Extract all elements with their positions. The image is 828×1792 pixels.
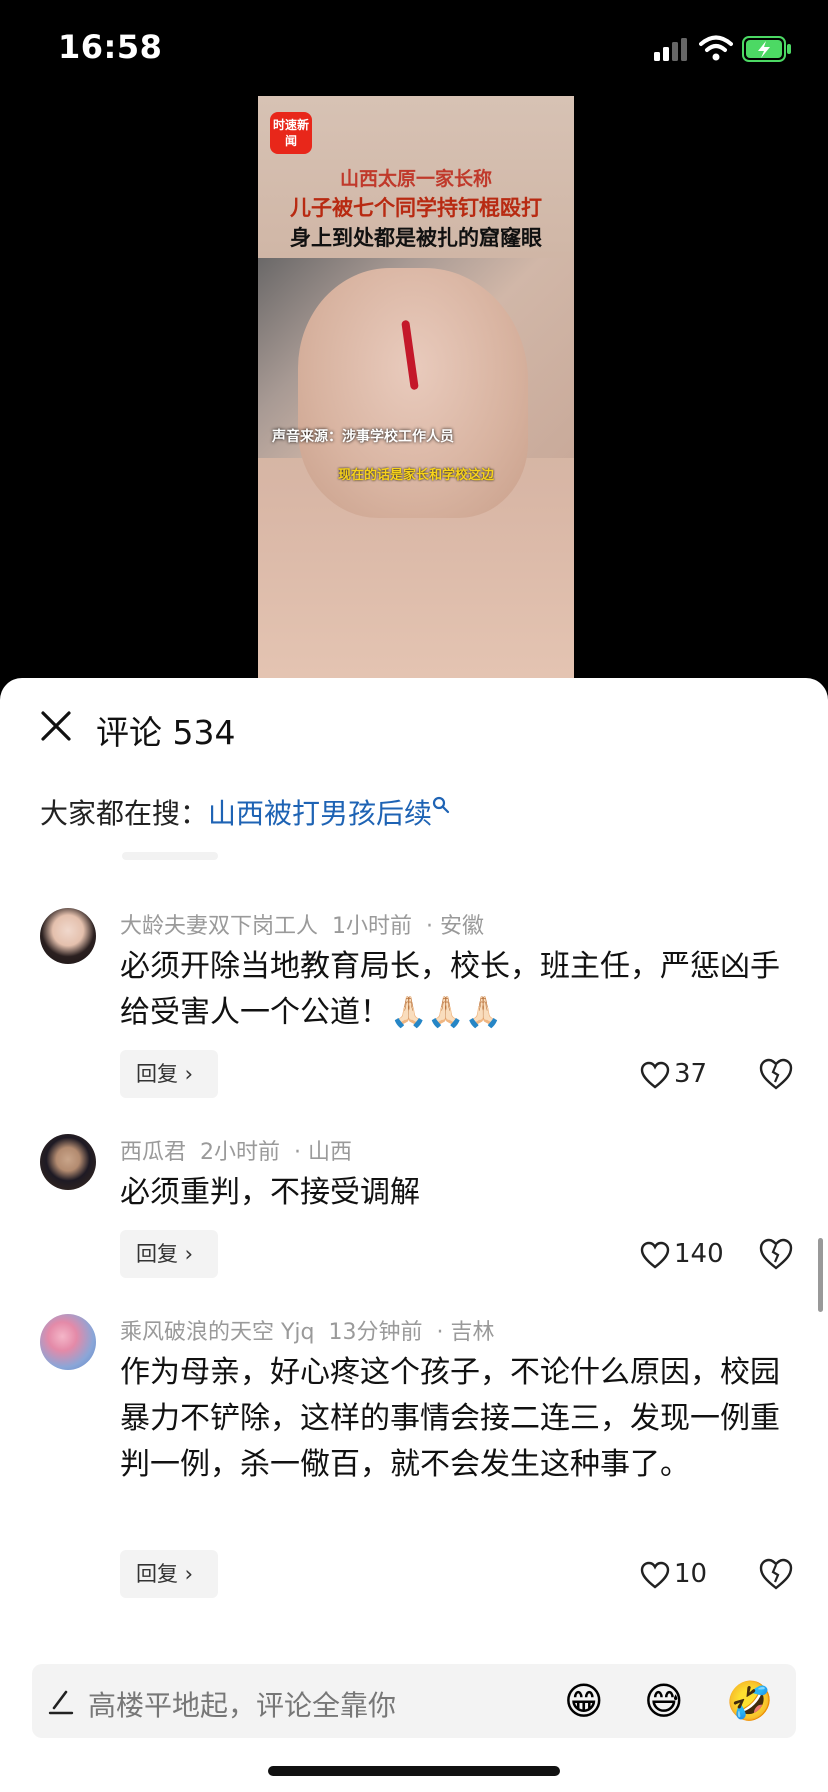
- comment-meta: 西瓜君 2小时前 · 山西: [120, 1134, 380, 1166]
- reply-button[interactable]: 回复 ›: [120, 1230, 218, 1278]
- avatar[interactable]: [40, 1134, 96, 1190]
- heart-broken-icon[interactable]: [758, 1236, 794, 1272]
- reply-button[interactable]: 回复 ›: [120, 1550, 218, 1598]
- emoji-sweat-button[interactable]: 😅: [644, 1678, 684, 1724]
- search-suggestion: 大家都在搜：山西被打男孩后续: [40, 792, 450, 832]
- status-time: 16:58: [58, 28, 163, 66]
- like-count: 37: [674, 1059, 708, 1089]
- battery-charging-icon: [742, 36, 791, 62]
- like-count: 10: [674, 1559, 708, 1589]
- like-button[interactable]: 140: [640, 1234, 724, 1274]
- comment-text: 必须开除当地教育局长，校长，班主任，严惩凶手给受害人一个公道！🙏🏻🙏🏻🙏🏻: [120, 949, 780, 1030]
- divider: [122, 852, 218, 860]
- avatar[interactable]: [40, 908, 96, 964]
- comment-time: 2小时前: [200, 1140, 281, 1165]
- heart-icon: [640, 1561, 670, 1589]
- comment-meta: 大龄夫妻双下岗工人 1小时前 · 安徽: [120, 908, 512, 940]
- news-logo: 时速新闻: [270, 112, 312, 154]
- scrollbar[interactable]: [818, 1238, 823, 1312]
- comment-text: 作为母亲，好心疼这个孩子，不论什么原因，校园暴力不铲除，这样的事情会接二连三，发…: [120, 1355, 780, 1482]
- search-suggestion-label: 大家都在搜：: [40, 797, 209, 830]
- signal-icon: [654, 38, 687, 61]
- like-button[interactable]: 37: [640, 1054, 707, 1094]
- like-button[interactable]: 10: [640, 1554, 707, 1594]
- comment-location: · 吉林: [436, 1320, 495, 1345]
- heart-broken-icon[interactable]: [758, 1556, 794, 1592]
- comment-location: · 安徽: [426, 914, 485, 939]
- heart-icon: [640, 1061, 670, 1089]
- video-caption: 现在的话是家长和学校这边: [337, 468, 494, 483]
- home-indicator: [268, 1766, 560, 1776]
- comment-sheet: 评论 534 大家都在搜：山西被打男孩后续 大龄夫妻双下岗工人 1小时前 · 安徽 …: [0, 678, 828, 1792]
- avatar[interactable]: [40, 1314, 96, 1370]
- comments-title: 评论 534: [96, 713, 236, 752]
- reply-button[interactable]: 回复 ›: [120, 1050, 218, 1098]
- comment-location: · 山西: [294, 1140, 353, 1165]
- video-player[interactable]: 时速新闻 山西太原一家长称 儿子被七个同学持钉棍殴打 身上到处都是被扎的窟窿眼 …: [258, 96, 574, 678]
- video-title-line-1: 山西太原一家长称: [339, 168, 492, 190]
- comment-meta: 乘风破浪的天空 Yjq 13分钟前 · 吉林: [120, 1314, 523, 1346]
- comment-time: 1小时前: [332, 914, 413, 939]
- video-title-line-2: 儿子被七个同学持钉棍殴打: [290, 196, 542, 220]
- comment-username[interactable]: 乘风破浪的天空 Yjq: [120, 1320, 315, 1345]
- comment-username[interactable]: 西瓜君: [120, 1140, 186, 1165]
- like-count: 140: [674, 1239, 724, 1269]
- heart-icon: [640, 1241, 670, 1269]
- comment-input-placeholder[interactable]: 高楼平地起，评论全靠你: [88, 1684, 396, 1724]
- video-source-label: 声音来源：涉事学校工作人员: [272, 429, 454, 445]
- close-icon[interactable]: [38, 708, 74, 744]
- emoji-rofl-button[interactable]: 🤣: [726, 1678, 773, 1724]
- comment-username[interactable]: 大龄夫妻双下岗工人: [120, 914, 318, 939]
- comment-time: 13分钟前: [328, 1320, 423, 1345]
- emoji-grin-button[interactable]: 😁: [564, 1678, 604, 1724]
- video-title-line-3: 身上到处都是被扎的窟窿眼: [290, 226, 542, 250]
- heart-broken-icon[interactable]: [758, 1056, 794, 1092]
- status-bar: 16:58: [0, 0, 828, 100]
- search-suggestion-keyword[interactable]: 山西被打男孩后续: [208, 797, 432, 830]
- search-icon: [432, 796, 450, 814]
- comment-text: 必须重判，不接受调解: [120, 1175, 420, 1210]
- wifi-icon: [699, 35, 733, 61]
- comment-input-bar[interactable]: 高楼平地起，评论全靠你 😁 😅 🤣: [32, 1664, 796, 1738]
- pen-icon: [48, 1690, 74, 1715]
